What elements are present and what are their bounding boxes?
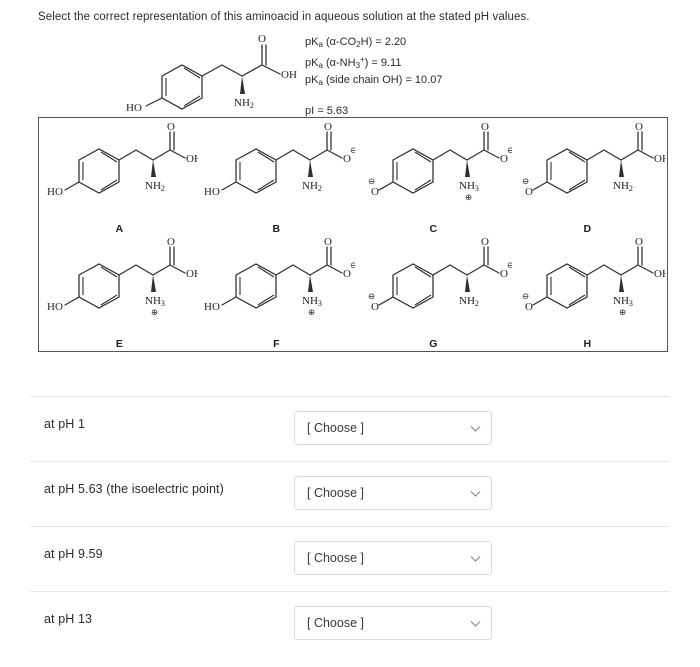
option-letter: G	[429, 338, 438, 350]
option-letter: A	[115, 223, 124, 235]
dropdown-value: [ Choose ]	[307, 421, 364, 435]
carbonyl-oxygen: O	[324, 236, 332, 248]
pka-sidechain-line: pKa (side chain OH) = 10.07	[305, 74, 443, 87]
ammonium-charge: ⊕	[308, 307, 315, 317]
phenol-label: O	[525, 301, 533, 313]
option-letter: B	[272, 223, 281, 235]
acid-label: OH	[186, 268, 198, 280]
phenolate-charge: ⊖	[368, 176, 375, 186]
row-label: at pH 1	[44, 417, 86, 431]
molecule-c: O⊖OO⊖NH3⊕	[368, 121, 514, 202]
dropdown-ph-isoelectric[interactable]: [ Choose ]	[294, 476, 492, 510]
amine-label: NH2	[613, 180, 633, 193]
dropdown-value: [ Choose ]	[307, 616, 364, 630]
pka-values: pKa (α-CO2H) = 2.20 pKa (α-NH3+) = 9.11 …	[305, 35, 442, 118]
ammonium-charge: ⊕	[151, 307, 158, 317]
carbonyl-oxygen: O	[258, 33, 266, 45]
carbonyl-oxygen: O	[167, 236, 175, 248]
phenol-label: O	[525, 186, 533, 198]
phenol-label: O	[371, 186, 379, 198]
option-letter: F	[273, 338, 280, 350]
chevron-down-icon	[470, 490, 481, 498]
phenolate-charge: ⊖	[522, 291, 529, 301]
acid-label: OH	[186, 153, 198, 165]
molecule-f: HOOO⊖NH3⊕	[204, 236, 357, 317]
chevron-down-icon	[470, 620, 481, 628]
pi-line: pI = 5.63	[305, 104, 349, 117]
amine-label: NH2	[302, 180, 322, 193]
phenolate-charge: ⊖	[368, 291, 375, 301]
answer-row: at pH 9.59 [ Choose ]	[30, 526, 670, 591]
molecule-e: HOOOHNH3⊕	[47, 236, 202, 317]
option-letter: C	[429, 223, 438, 235]
phenol-label: HO	[47, 186, 63, 198]
option-letter: E	[115, 338, 124, 350]
phenol-label: O	[371, 301, 379, 313]
carbonyl-oxygen: O	[481, 236, 489, 248]
option-letter: H	[583, 338, 592, 350]
ammonium-charge: ⊕	[465, 192, 472, 202]
molecule-h: O⊖OOHNH3⊕	[522, 236, 670, 317]
phenol-label: HO	[204, 301, 220, 313]
answer-row: at pH 5.63 (the isoelectric point) [ Cho…	[30, 461, 670, 526]
cell-f[interactable]: HO O O ⊖ NH3 ⊕ F	[198, 235, 357, 352]
question-prompt: Select the correct representation of thi…	[38, 11, 530, 23]
option-letter: D	[583, 223, 592, 235]
acid-label: OH	[654, 153, 666, 165]
phenol-label: HO	[47, 301, 63, 313]
row-label: at pH 5.63 (the isoelectric point)	[44, 482, 224, 496]
pka-amino-line: pKa (α-NH3+) = 9.11	[305, 54, 402, 70]
cell-h[interactable]: O ⊖ O OH NH3 ⊕ H	[509, 235, 670, 352]
ammonium-charge: ⊕	[619, 307, 626, 317]
phenolate-charge: ⊖	[522, 176, 529, 186]
dropdown-value: [ Choose ]	[307, 486, 364, 500]
dropdown-ph-959[interactable]: [ Choose ]	[294, 541, 492, 575]
answer-row: at pH 13 [ Choose ]	[30, 591, 670, 656]
carbonyl-oxygen: O	[635, 236, 643, 248]
cell-d[interactable]: O ⊖ O OH NH2 D	[509, 120, 670, 237]
cell-g[interactable]: O ⊖ O O ⊖ NH2 G	[355, 235, 514, 352]
carbonyl-oxygen: O	[324, 121, 332, 133]
acid-label: OH	[654, 268, 666, 280]
cell-a[interactable]: HO O OH NH2 A	[41, 120, 202, 237]
question-page: Select the correct representation of thi…	[0, 0, 700, 667]
options-grid: HO O OH NH2 A HO O O ⊖ NH2 B O ⊖ O O ⊖ NH3 ⊕ C O ⊖ O OH NH2 D…	[38, 117, 670, 352]
row-label: at pH 13	[44, 612, 93, 626]
cell-b[interactable]: HO O O ⊖ NH2 B	[198, 120, 357, 237]
reference-molecule: HO O OH NH2	[126, 32, 308, 114]
row-label: at pH 9.59	[44, 547, 103, 561]
answer-rows: at pH 1 [ Choose ] at pH 5.63 (the isoel…	[30, 396, 670, 656]
chevron-down-icon	[470, 425, 481, 433]
molecule-g: O⊖OO⊖NH2	[368, 236, 514, 313]
cell-c[interactable]: O ⊖ O O ⊖ NH3 ⊕ C	[355, 120, 514, 237]
dropdown-ph-13[interactable]: [ Choose ]	[294, 606, 492, 640]
molecule-b: HOOO⊖NH2	[204, 121, 357, 198]
molecule-a: HO O OH NH2	[47, 121, 202, 198]
amine-label: NH2	[145, 180, 165, 193]
carbonyl-oxygen: O	[635, 121, 643, 133]
amine-label: NH2	[234, 97, 254, 110]
carbonyl-oxygen: O	[167, 121, 175, 133]
answer-row: at pH 1 [ Choose ]	[30, 396, 670, 461]
acid-label: OH	[281, 69, 297, 81]
molecule-d: O⊖OOHNH2	[522, 121, 670, 198]
dropdown-value: [ Choose ]	[307, 551, 364, 565]
dropdown-ph-1[interactable]: [ Choose ]	[294, 411, 492, 445]
cell-e[interactable]: HO O OH NH3 ⊕ E	[41, 235, 202, 352]
amine-label: NH2	[459, 295, 479, 308]
carbonyl-oxygen: O	[481, 121, 489, 133]
phenol-label: HO	[126, 102, 142, 114]
pka-carboxyl-line: pKa (α-CO2H) = 2.20	[305, 36, 407, 49]
phenol-label: HO	[204, 186, 220, 198]
chevron-down-icon	[470, 555, 481, 563]
